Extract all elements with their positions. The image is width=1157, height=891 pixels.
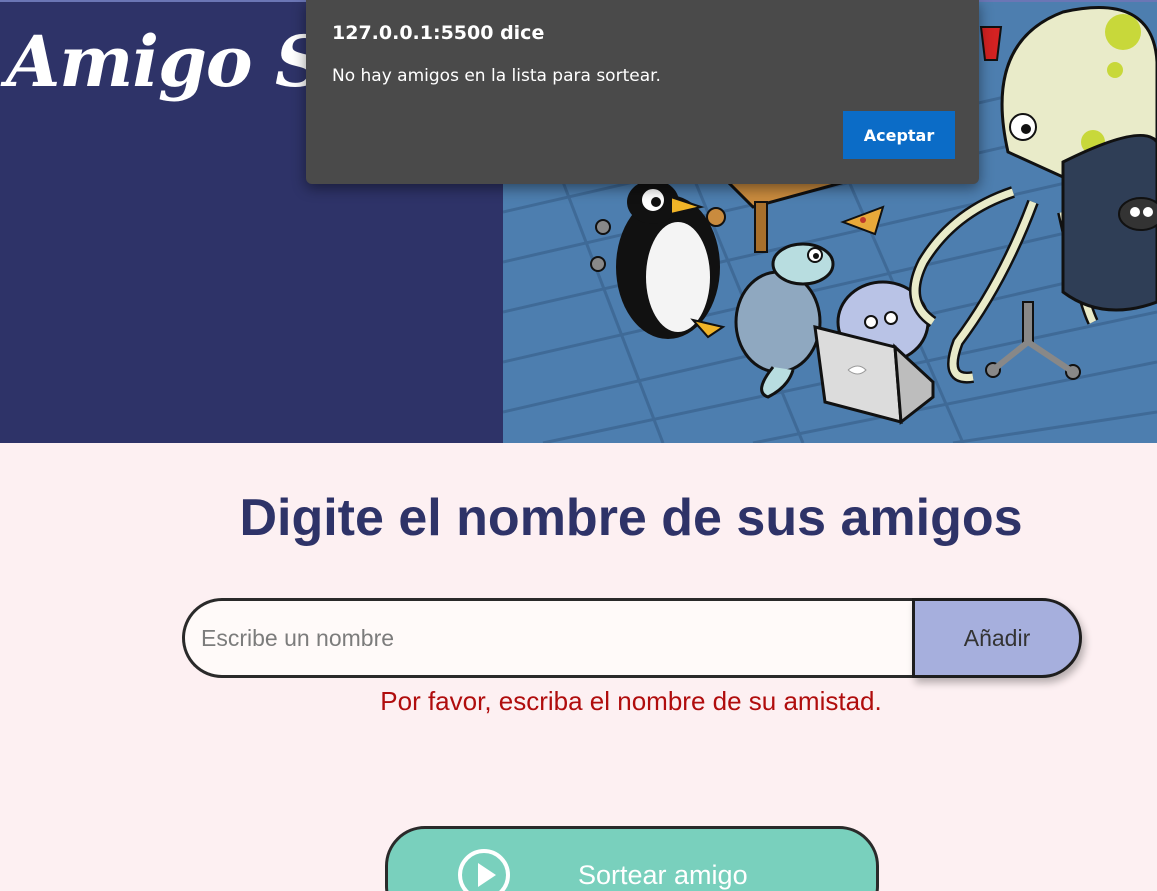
page-heading: Digite el nombre de sus amigos <box>239 489 1023 547</box>
alert-title: 127.0.0.1:5500 dice <box>332 22 545 44</box>
friend-name-input[interactable] <box>182 598 912 678</box>
add-friend-form: Añadir <box>182 598 1082 678</box>
alert-message: No hay amigos en la lista para sortear. <box>332 66 661 86</box>
draw-friend-label: Sortear amigo <box>578 860 748 890</box>
add-friend-button[interactable]: Añadir <box>912 598 1082 678</box>
validation-error-text: Por favor, escriba el nombre de su amist… <box>380 686 882 716</box>
alert-accept-button[interactable]: Aceptar <box>843 111 955 159</box>
play-circle-icon <box>458 849 510 891</box>
alert-dialog: 127.0.0.1:5500 dice No hay amigos en la … <box>306 0 979 184</box>
draw-friend-button[interactable]: Sortear amigo <box>385 826 879 891</box>
